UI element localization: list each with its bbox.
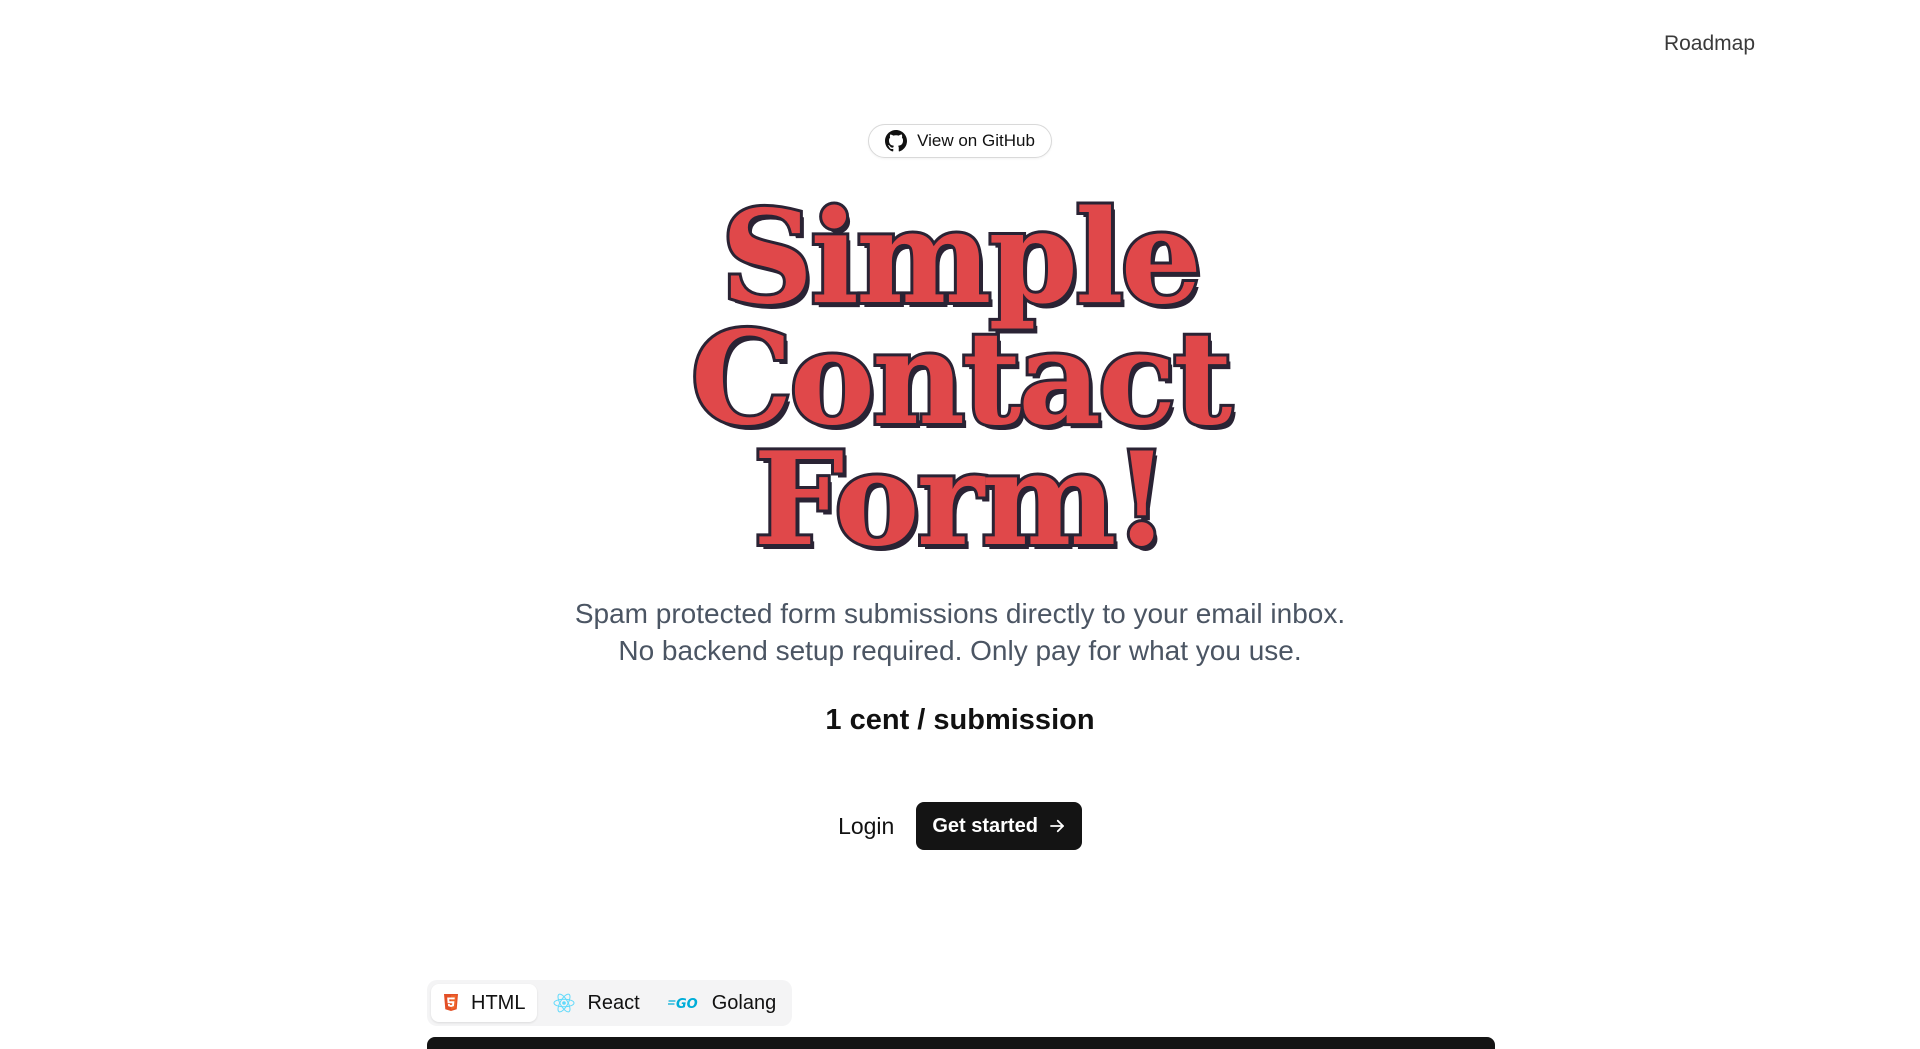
hero-title: Simple Contact Form! (0, 183, 1920, 575)
go-icon: GO (667, 996, 700, 1010)
subtitle-line: Spam protected form submissions directly… (574, 598, 1346, 629)
arrow-right-icon (1048, 817, 1066, 835)
login-button[interactable]: Login (838, 805, 894, 848)
github-icon (885, 130, 908, 152)
view-on-github-label: View on GitHub (917, 131, 1035, 150)
hero-title-line: Form! (750, 425, 1172, 575)
hero-title-line: Contact (688, 304, 1235, 454)
hero-subtitle: Spam protected form submissions directly… (0, 595, 1920, 669)
react-icon (553, 993, 575, 1013)
view-on-github-button[interactable]: View on GitHub (868, 124, 1052, 158)
roadmap-link[interactable]: Roadmap (1664, 32, 1755, 56)
cta-group: Login Get started (0, 802, 1920, 850)
get-started-label: Get started (932, 814, 1038, 837)
html5-icon (443, 994, 459, 1012)
tab-golang[interactable]: GO Golang (656, 984, 789, 1022)
hero-title-line: Simple (718, 183, 1205, 333)
tab-golang-label: Golang (711, 991, 777, 1014)
landing-page: Roadmap View on GitHub Simple Contact Fo… (0, 0, 1920, 1049)
tab-react[interactable]: React (541, 984, 651, 1022)
svg-text:GO: GO (676, 997, 698, 1010)
pricing-text: 1 cent / submission (825, 704, 1095, 736)
tab-html[interactable]: HTML (431, 984, 538, 1022)
get-started-button[interactable]: Get started (916, 802, 1082, 850)
tab-react-label: React (587, 991, 640, 1014)
code-language-tabs: HTML React GO Golang (427, 980, 793, 1026)
subtitle-line: No backend setup required. Only pay for … (618, 635, 1302, 666)
code-panel (427, 1037, 1495, 1049)
tab-html-label: HTML (471, 991, 526, 1014)
